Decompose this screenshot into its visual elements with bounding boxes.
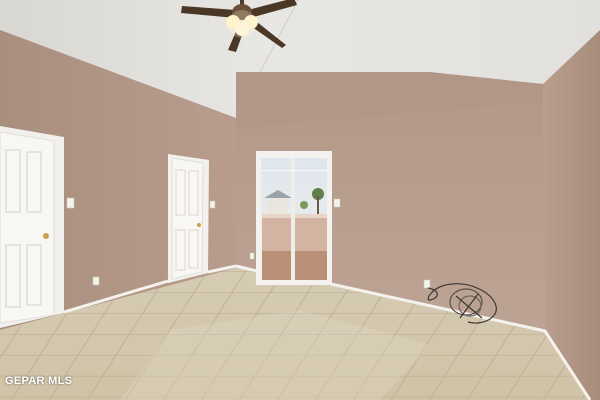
room-photo: GEPAR MLS: [0, 0, 600, 400]
middle-door: [168, 154, 209, 283]
door-knob: [43, 233, 49, 239]
light-switch: [66, 197, 75, 209]
outlet: [92, 276, 100, 286]
sliding-glass-door: [256, 151, 332, 285]
left-door: [0, 126, 64, 328]
mls-watermark: GEPAR MLS: [5, 375, 73, 387]
room-scene: [0, 0, 600, 400]
